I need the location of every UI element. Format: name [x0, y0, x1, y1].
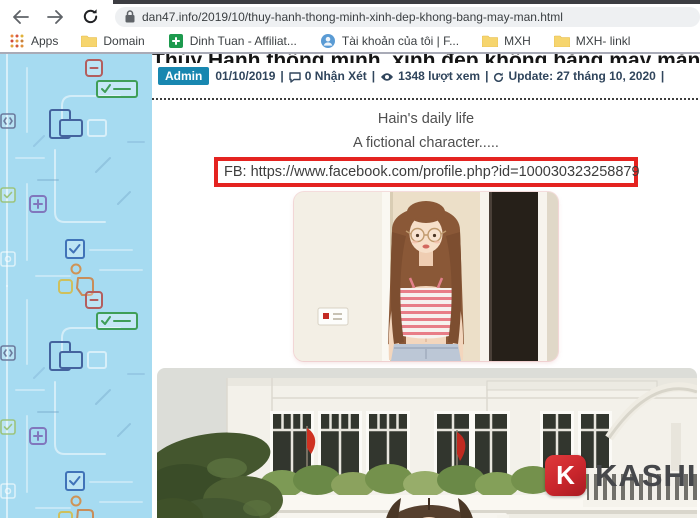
back-button[interactable]	[10, 7, 30, 27]
sidebar-decorative-pattern	[0, 53, 152, 518]
post-image-girl-portrait	[294, 192, 558, 361]
forward-button[interactable]	[45, 7, 65, 27]
comment-icon	[289, 71, 301, 83]
facebook-link-text: FB: https://www.facebook.com/profile.php…	[224, 164, 640, 180]
folder-icon	[482, 33, 499, 49]
author-badge: Admin	[158, 67, 210, 85]
bookmark-tai-khoan[interactable]: Tài khoản của tôi | F...	[320, 33, 459, 49]
green-plus-favicon	[168, 33, 184, 49]
post-meta: Admin 01/10/2019 | 0 Nhận Xét | 1348 lượ…	[158, 67, 700, 85]
kashi-watermark: K KASHI	[545, 455, 696, 496]
webpage: Thúy Hạnh thông minh, xinh đẹp không bằn…	[0, 53, 700, 518]
bookmark-label: Dinh Tuan - Affiliat...	[189, 33, 297, 48]
article-content: Thúy Hạnh thông minh, xinh đẹp không bằn…	[152, 54, 700, 518]
bookmark-label: MXH- linkl	[575, 33, 631, 48]
post-date: 01/10/2019	[215, 69, 276, 83]
ssl-lock-icon[interactable]	[125, 10, 135, 23]
bookmark-label: MXH	[504, 33, 531, 48]
bookmark-folder-mxh-linkl[interactable]: MXH- linkl	[553, 33, 631, 49]
reload-button[interactable]	[80, 7, 100, 27]
refresh-icon	[493, 72, 504, 83]
post-title-clipped: Thúy Hạnh thông minh, xinh đẹp không bằn…	[152, 54, 700, 63]
bookmarks-bar: Apps Domain Dinh Tuan - Affiliat... Tài …	[0, 29, 700, 52]
browser-chrome: dan47.info/2019/10/thuy-hanh-thong-minh-…	[0, 0, 700, 54]
apps-shortcut[interactable]: Apps	[9, 33, 58, 49]
facebook-link-box: FB: https://www.facebook.com/profile.php…	[214, 157, 640, 187]
kashi-logo-icon: K	[545, 455, 586, 496]
folder-icon	[81, 33, 98, 49]
bookmark-folder-domain[interactable]: Domain	[81, 33, 145, 49]
browser-toolbar: dan47.info/2019/10/thuy-hanh-thong-minh-…	[0, 4, 700, 29]
dotted-divider	[152, 98, 698, 100]
bookmark-label: Apps	[31, 33, 59, 48]
view-count: 1348 lượt xem	[398, 69, 481, 83]
folder-icon	[553, 33, 570, 49]
bookmark-folder-mxh[interactable]: MXH	[482, 33, 531, 49]
address-bar[interactable]: dan47.info/2019/10/thuy-hanh-thong-minh-…	[115, 6, 700, 27]
update-date: Update: 27 tháng 10, 2020	[508, 69, 656, 83]
eye-icon	[380, 72, 394, 82]
bookmark-label: Tài khoản của tôi | F...	[341, 33, 460, 48]
post-text-line1: Hain's daily life	[377, 111, 475, 127]
bookmark-label: Domain	[103, 33, 145, 48]
post-text-line2: A fictional character.....	[353, 135, 499, 151]
comment-count: 0 Nhận Xét	[304, 69, 367, 83]
url-text: dan47.info/2019/10/thuy-hanh-thong-minh-…	[142, 9, 563, 24]
person-favicon	[320, 33, 336, 49]
kashi-logo-text: KASHI	[595, 457, 697, 493]
bookmark-dinh-tuan[interactable]: Dinh Tuan - Affiliat...	[168, 33, 297, 49]
apps-grid-icon	[9, 33, 25, 49]
